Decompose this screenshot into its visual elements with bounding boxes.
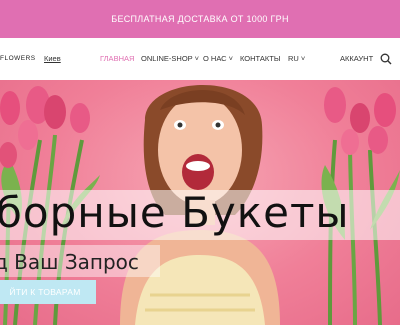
city-selector[interactable]: Киев: [44, 54, 61, 63]
language-label: RU: [288, 54, 299, 63]
nav-item-about[interactable]: О НАС ˅: [203, 54, 233, 63]
chevron-down-icon: ˅: [226, 54, 234, 63]
nav-item-home[interactable]: ГЛАВНАЯ: [100, 54, 134, 63]
hero-subheadline: д Ваш Запрос: [0, 250, 139, 274]
header-nav: FLOWERS Киев ГЛАВНАЯ ONLINE-SHOP ˅ О НАС…: [0, 38, 400, 80]
hero-banner: борные Букеты д Ваш Запрос ЙТИ К ТОВАРАМ: [0, 80, 400, 325]
account-link[interactable]: АККАУНТ: [340, 54, 373, 63]
nav-item-contacts[interactable]: КОНТАКТЫ: [240, 54, 280, 63]
chevron-down-icon: ˅: [298, 54, 306, 63]
go-to-products-button[interactable]: ЙТИ К ТОВАРАМ: [0, 280, 96, 304]
nav-item-online-shop[interactable]: ONLINE-SHOP ˅: [141, 54, 199, 63]
search-icon[interactable]: [380, 53, 392, 65]
nav-item-about-label: О НАС: [203, 54, 227, 63]
promo-text: БЕСПЛАТНАЯ ДОСТАВКА ОТ 1000 ГРН: [111, 14, 289, 24]
hero-headline: борные Букеты: [0, 188, 350, 237]
promo-banner: БЕСПЛАТНАЯ ДОСТАВКА ОТ 1000 ГРН: [0, 0, 400, 38]
chevron-down-icon: ˅: [192, 54, 200, 63]
logo[interactable]: FLOWERS: [0, 55, 36, 62]
nav-item-online-shop-label: ONLINE-SHOP: [141, 54, 193, 63]
language-selector[interactable]: RU ˅: [288, 54, 305, 63]
